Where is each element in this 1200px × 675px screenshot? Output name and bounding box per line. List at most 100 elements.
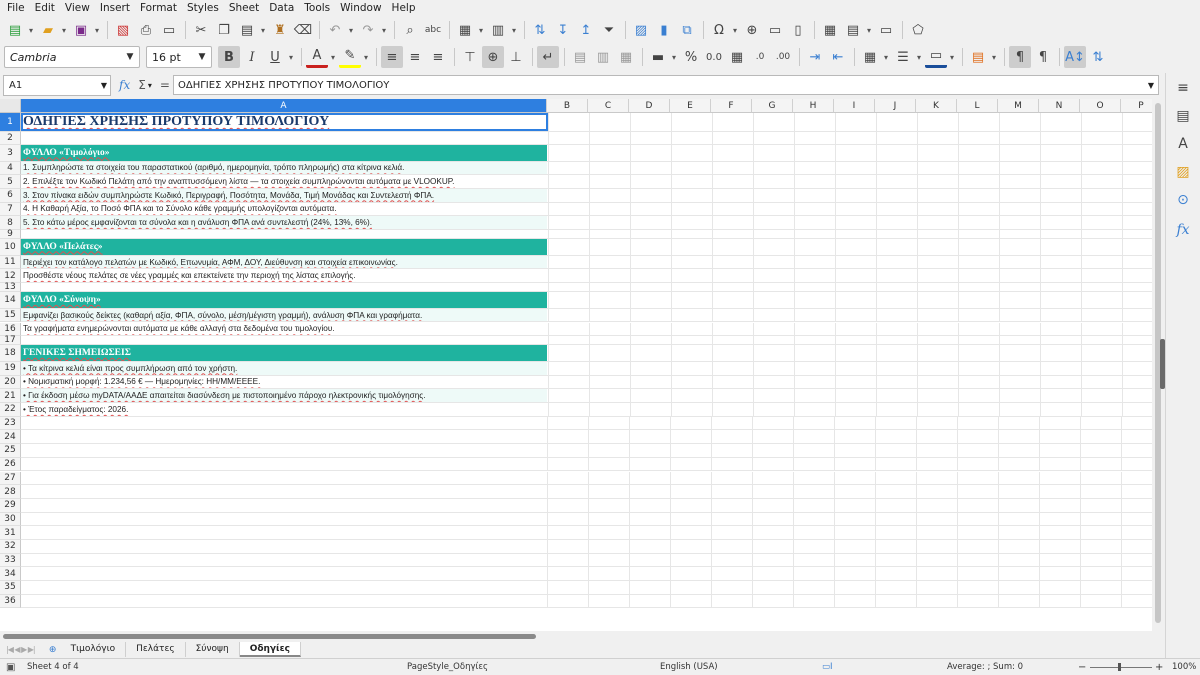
chevron-down-icon[interactable]: ▼ xyxy=(101,81,107,90)
menu-item-window[interactable]: Window xyxy=(335,0,386,17)
conditional-format-icon[interactable]: ▤ xyxy=(967,46,989,68)
instruction-cell[interactable]: Προσθέστε νέους πελάτες σε νέες γραμμές … xyxy=(21,269,547,283)
row-header[interactable]: 21 xyxy=(0,389,21,403)
special-character-dropdown[interactable]: ▾ xyxy=(731,19,739,41)
redo-icon[interactable]: ↷ xyxy=(357,19,379,41)
row-icon[interactable]: ▦ xyxy=(454,19,476,41)
row-header[interactable]: 28 xyxy=(0,485,21,499)
column-header-n[interactable]: N xyxy=(1039,99,1080,113)
column-header-o[interactable]: O xyxy=(1080,99,1121,113)
zoom-in-icon[interactable]: + xyxy=(1155,662,1163,673)
spreadsheet-grid[interactable]: A B C D E F G H I J K L M N O P 1 ΟΔΗΓΙΕΣ ΧΡΗΣΗΣ ΠΡΟΤΥΠΟΥ… xyxy=(0,99,1152,631)
align-center-icon[interactable]: ≡ xyxy=(404,46,426,68)
number-format-icon[interactable]: 0.0 xyxy=(703,46,725,68)
highlight-dropdown[interactable]: ▾ xyxy=(362,46,370,68)
styles-icon[interactable]: A xyxy=(1174,135,1192,153)
font-color-dropdown[interactable]: ▾ xyxy=(329,46,337,68)
align-top-icon[interactable]: ⊤ xyxy=(459,46,481,68)
split-window-icon[interactable]: ▭ xyxy=(875,19,897,41)
sheet-tab[interactable]: Οδηγίες xyxy=(239,642,301,657)
border-color-icon[interactable]: ▭ xyxy=(925,46,947,68)
add-sheet-icon[interactable]: ⊕ xyxy=(45,645,61,655)
section-header-cell[interactable]: ΦΥΛΛΟ «Τιμολόγιο» xyxy=(21,144,547,161)
pivot-table-icon[interactable]: ⧉ xyxy=(676,19,698,41)
horizontal-scroll-thumb[interactable] xyxy=(3,634,536,639)
row-dropdown[interactable]: ▾ xyxy=(477,19,485,41)
column-header-h[interactable]: H xyxy=(793,99,834,113)
selection-mode-icon[interactable]: ▭I xyxy=(822,662,833,672)
date-format-icon[interactable]: ▦ xyxy=(726,46,748,68)
properties-icon[interactable]: ▤ xyxy=(1174,107,1192,125)
section-header-cell[interactable]: ΦΥΛΛΟ «Πελάτες» xyxy=(21,238,547,255)
horizontal-scrollbar[interactable] xyxy=(0,631,1165,641)
row-header[interactable]: 23 xyxy=(0,416,21,431)
gallery-icon[interactable]: ▨ xyxy=(1174,163,1192,181)
conditional-dropdown[interactable]: ▾ xyxy=(990,46,998,68)
menu-item-edit[interactable]: Edit xyxy=(30,0,60,17)
row-header[interactable]: 6 xyxy=(0,188,21,203)
row-header[interactable]: 18 xyxy=(0,344,21,362)
instruction-cell[interactable] xyxy=(21,230,547,238)
column-header-b[interactable]: B xyxy=(547,99,588,113)
instruction-cell[interactable]: 1. Συμπληρώστε τα στοιχεία του παραστατι… xyxy=(21,161,547,175)
column-header-g[interactable]: G xyxy=(752,99,793,113)
column-header-a[interactable]: A xyxy=(21,99,547,113)
expand-formula-icon[interactable]: ▼ xyxy=(1148,81,1154,90)
ltr-text-icon[interactable]: ¶ xyxy=(1009,46,1031,68)
instruction-cell[interactable]: • Έτος παραδείγματος: 2026. xyxy=(21,403,547,416)
zoom-level[interactable]: 100% xyxy=(1172,662,1196,672)
name-box[interactable]: A1 ▼ xyxy=(3,74,111,96)
text-direction-icon[interactable]: ⇅ xyxy=(1087,46,1109,68)
menu-item-insert[interactable]: Insert xyxy=(95,0,135,17)
column-header-j[interactable]: J xyxy=(875,99,916,113)
select-all-corner[interactable] xyxy=(0,99,21,113)
row-header[interactable]: 11 xyxy=(0,255,21,270)
column-header-k[interactable]: K xyxy=(916,99,957,113)
highlight-color-icon[interactable]: ✎ xyxy=(339,46,361,68)
clear-formatting-icon[interactable]: ⌫ xyxy=(292,19,314,41)
export-pdf-icon[interactable]: ▧ xyxy=(112,19,134,41)
sheet-tab[interactable]: Σύνοψη xyxy=(186,642,240,657)
row-header[interactable]: 15 xyxy=(0,308,21,323)
text-language[interactable]: English (USA) xyxy=(660,662,718,672)
spellcheck-icon[interactable]: abc xyxy=(422,19,444,41)
row-header[interactable]: 2 xyxy=(0,132,21,145)
column-icon[interactable]: ▥ xyxy=(487,19,509,41)
border-style-icon[interactable]: ☰ xyxy=(892,46,914,68)
row-header[interactable]: 4 xyxy=(0,161,21,176)
chevron-down-icon[interactable]: ▼ xyxy=(121,47,139,67)
menu-item-data[interactable]: Data xyxy=(264,0,299,17)
new-document-icon[interactable]: ▤ xyxy=(4,19,26,41)
border-color-dropdown[interactable]: ▾ xyxy=(948,46,956,68)
instruction-cell[interactable]: Τα γραφήματα ενημερώνονται αυτόματα με κ… xyxy=(21,322,547,336)
menu-item-help[interactable]: Help xyxy=(387,0,421,17)
row-header[interactable]: 13 xyxy=(0,282,21,292)
vertical-scrollbar[interactable] xyxy=(1152,99,1165,631)
instruction-cell[interactable]: • Τα κίτρινα κελιά είναι προς συμπλήρωση… xyxy=(21,361,547,375)
row-header[interactable]: 1 xyxy=(0,113,21,132)
underline-dropdown[interactable]: ▾ xyxy=(287,46,295,68)
print-preview-icon[interactable]: ▭ xyxy=(158,19,180,41)
sheet-tab[interactable]: Πελάτες xyxy=(126,642,186,657)
font-name-combo[interactable]: Cambria ▼ xyxy=(4,46,140,68)
row-header[interactable]: 17 xyxy=(0,335,21,345)
save-dropdown[interactable]: ▾ xyxy=(93,19,101,41)
percent-format-icon[interactable]: % xyxy=(680,46,702,68)
row-header[interactable]: 7 xyxy=(0,202,21,217)
row-header[interactable]: 35 xyxy=(0,581,21,595)
special-character-icon[interactable]: Ω xyxy=(708,19,730,41)
align-right-icon[interactable]: ≡ xyxy=(427,46,449,68)
paste-icon[interactable]: ▤ xyxy=(236,19,258,41)
define-print-area-icon[interactable]: ▦ xyxy=(819,19,841,41)
navigator-icon[interactable]: ⊙ xyxy=(1174,191,1192,209)
sort-icon[interactable]: ⇅ xyxy=(529,19,551,41)
row-header[interactable]: 33 xyxy=(0,553,21,568)
column-header-p[interactable]: P xyxy=(1121,99,1152,113)
row-header[interactable]: 22 xyxy=(0,403,21,417)
row-header[interactable]: 34 xyxy=(0,567,21,582)
row-header[interactable]: 27 xyxy=(0,471,21,486)
currency-dropdown[interactable]: ▾ xyxy=(670,46,678,68)
hyperlink-icon[interactable]: ⊕ xyxy=(741,19,763,41)
column-dropdown[interactable]: ▾ xyxy=(510,19,518,41)
row-header[interactable]: 30 xyxy=(0,512,21,527)
